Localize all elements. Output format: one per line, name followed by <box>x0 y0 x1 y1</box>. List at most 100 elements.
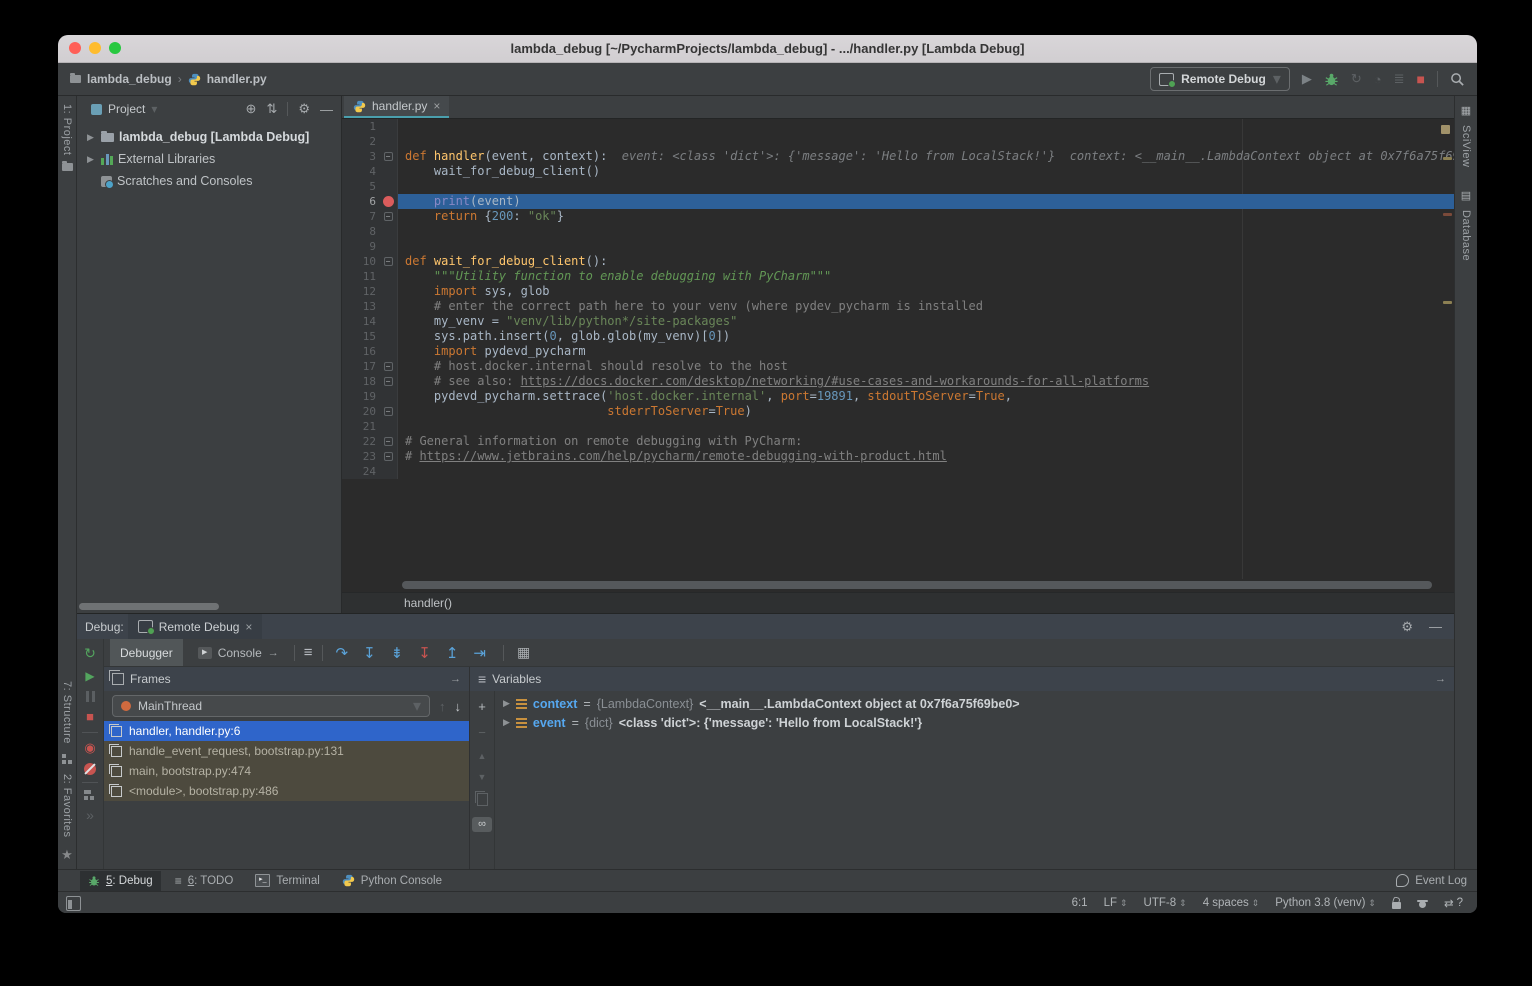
variable-row[interactable]: ▶ event = {dict} <class 'dict'>: {'messa… <box>495 713 1454 732</box>
gutter[interactable]: − <box>379 359 398 374</box>
indent-widget[interactable]: 4 spaces⇕ <box>1203 897 1260 909</box>
fold-marker-icon[interactable]: − <box>384 212 393 221</box>
code-text[interactable]: # https://www.jetbrains.com/help/pycharm… <box>398 449 1454 464</box>
toolwindow-tab-todo[interactable]: ≡ 6: TODO <box>167 871 242 891</box>
line-number[interactable]: 22 <box>342 434 379 449</box>
run-button[interactable]: ▶ <box>1302 71 1312 87</box>
line-number[interactable]: 10 <box>342 254 379 269</box>
code-text[interactable]: # General information on remote debuggin… <box>398 434 1454 449</box>
sidebar-item-database[interactable]: Database <box>1460 210 1472 261</box>
sidebar-item-project[interactable]: 1: Project <box>61 104 73 155</box>
gutter[interactable]: − <box>379 149 398 164</box>
tree-item-external-libraries[interactable]: ▶ External Libraries <box>77 148 341 170</box>
line-number[interactable]: 13 <box>342 299 379 314</box>
force-step-into-button[interactable]: ⇟ <box>391 644 404 662</box>
project-horizontal-scrollbar[interactable] <box>79 603 219 610</box>
code-line[interactable]: 14 my_venv = "venv/lib/python*/site-pack… <box>342 314 1454 329</box>
frame-row[interactable]: handler, handler.py:6 <box>104 721 469 741</box>
line-number[interactable]: 5 <box>342 179 379 194</box>
step-into-button[interactable]: ↧ <box>363 644 376 662</box>
code-text[interactable]: # see also: https://docs.docker.com/desk… <box>398 374 1454 389</box>
caret-position[interactable]: 6:1 <box>1072 897 1088 909</box>
tree-item-scratches[interactable]: Scratches and Consoles <box>77 170 341 192</box>
code-text[interactable]: wait_for_debug_client() <box>398 164 1454 179</box>
toolwindow-tab-python-console[interactable]: Python Console <box>334 871 450 891</box>
breakpoint-icon[interactable] <box>383 196 394 207</box>
run-with-configuration-button[interactable]: ≣ <box>1394 71 1405 87</box>
toolwindow-toggle-icon[interactable] <box>66 896 81 911</box>
variable-row[interactable]: ▶ context = {LambdaContext} <__main__.La… <box>495 694 1454 713</box>
expand-arrow-icon[interactable]: ▶ <box>87 154 96 165</box>
scrollbar-thumb[interactable] <box>402 581 1432 589</box>
error-stripe-mark[interactable] <box>1443 213 1452 216</box>
thread-select[interactable]: MainThread ▾ <box>112 695 430 717</box>
gutter[interactable]: − <box>379 449 398 464</box>
frame-row[interactable]: main, bootstrap.py:474 <box>104 761 469 781</box>
code-line[interactable]: 1 <box>342 119 1454 134</box>
code-line[interactable]: 20− stderrToServer=True) <box>342 404 1454 419</box>
gutter[interactable] <box>379 344 398 359</box>
line-number[interactable]: 8 <box>342 224 379 239</box>
line-number[interactable]: 2 <box>342 134 379 149</box>
step-over-button[interactable]: ↷ <box>336 644 349 662</box>
code-line[interactable]: 22−# General information on remote debug… <box>342 434 1454 449</box>
code-line[interactable]: 16 import pydevd_pycharm <box>342 344 1454 359</box>
line-number[interactable]: 1 <box>342 119 379 134</box>
resume-button[interactable]: ▶ <box>85 668 94 684</box>
remove-watch-button[interactable]: − <box>478 725 486 740</box>
settings-gear-icon[interactable]: ⚙ <box>298 101 310 117</box>
settings-gear-icon[interactable]: ⚙ <box>1401 619 1413 635</box>
event-log-button[interactable]: Event Log <box>1396 874 1467 887</box>
debug-button[interactable] <box>1324 72 1339 87</box>
code-line[interactable]: 21 <box>342 419 1454 434</box>
line-number[interactable]: 20 <box>342 404 379 419</box>
code-text[interactable] <box>398 119 1454 134</box>
fold-marker-icon[interactable]: − <box>384 407 393 416</box>
breadcrumb-function[interactable]: handler() <box>404 596 452 610</box>
fold-marker-icon[interactable]: − <box>384 362 393 371</box>
code-line[interactable]: 6 print(event) <box>342 194 1454 209</box>
hide-panel-button[interactable]: — <box>320 102 333 117</box>
code-line[interactable]: 9 <box>342 239 1454 254</box>
code-text[interactable]: sys.path.insert(0, glob.glob(my_venv)[0]… <box>398 329 1454 344</box>
code-line[interactable]: 7− return {200: "ok"} <box>342 209 1454 224</box>
gutter[interactable] <box>379 224 398 239</box>
line-number[interactable]: 12 <box>342 284 379 299</box>
line-number[interactable]: 19 <box>342 389 379 404</box>
gutter[interactable]: − <box>379 374 398 389</box>
fold-marker-icon[interactable]: − <box>384 257 393 266</box>
restore-variables-icon[interactable]: → <box>1435 673 1446 685</box>
gutter[interactable]: − <box>379 209 398 224</box>
code-line[interactable]: 4 wait_for_debug_client() <box>342 164 1454 179</box>
coverage-button[interactable]: ↻ <box>1351 71 1362 87</box>
sidebar-item-favorites[interactable]: 2: Favorites <box>61 774 73 837</box>
gutter[interactable] <box>379 389 398 404</box>
code-text[interactable] <box>398 179 1454 194</box>
code-text[interactable]: def wait_for_debug_client(): <box>398 254 1454 269</box>
line-number[interactable]: 24 <box>342 464 379 479</box>
code-text[interactable]: print(event) <box>398 194 1454 209</box>
line-number[interactable]: 9 <box>342 239 379 254</box>
gutter[interactable] <box>379 299 398 314</box>
hide-panel-button[interactable]: — <box>1429 619 1442 634</box>
gutter[interactable]: − <box>379 434 398 449</box>
fold-marker-icon[interactable]: − <box>384 152 393 161</box>
layout-settings-icon[interactable]: ≡ <box>300 644 317 661</box>
line-number[interactable]: 7 <box>342 209 379 224</box>
gutter[interactable] <box>379 239 398 254</box>
error-stripe-mark[interactable] <box>1443 157 1452 160</box>
next-frame-button[interactable]: ↓ <box>455 699 462 714</box>
inspection-indicator[interactable] <box>1441 125 1450 134</box>
breadcrumb-file[interactable]: handler.py <box>207 72 267 86</box>
code-line[interactable]: 18− # see also: https://docs.docker.com/… <box>342 374 1454 389</box>
collapse-all-button[interactable]: ⇅ <box>266 101 277 117</box>
more-actions-button[interactable]: » <box>86 807 94 823</box>
code-text[interactable]: import sys, glob <box>398 284 1454 299</box>
encoding-widget[interactable]: UTF-8⇕ <box>1144 897 1187 909</box>
code-line[interactable]: 11 """Utility function to enable debuggi… <box>342 269 1454 284</box>
error-stripe-mark[interactable] <box>1443 301 1452 304</box>
restore-layout-button[interactable] <box>84 790 96 800</box>
expand-arrow-icon[interactable]: ▶ <box>503 717 510 728</box>
line-number[interactable]: 18 <box>342 374 379 389</box>
code-text[interactable]: return {200: "ok"} <box>398 209 1454 224</box>
